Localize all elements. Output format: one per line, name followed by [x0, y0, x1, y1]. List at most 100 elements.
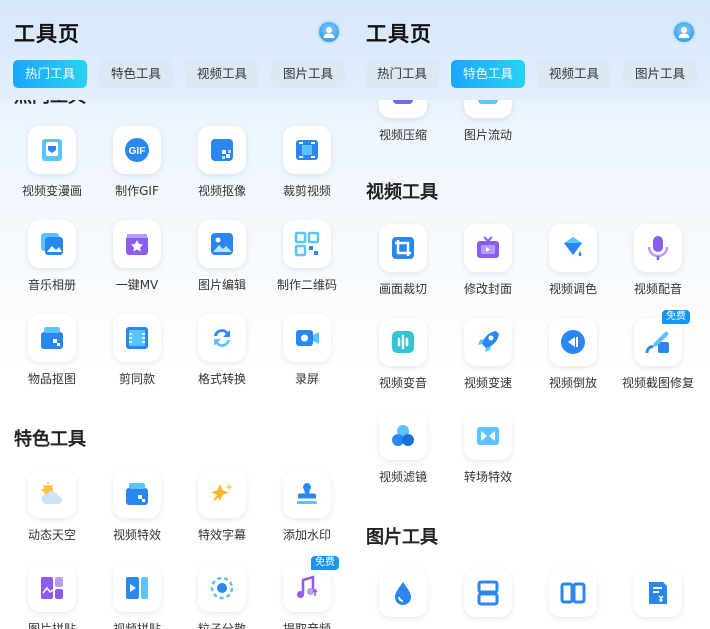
convert-icon [214, 329, 230, 347]
tool-tile[interactable] [379, 318, 427, 366]
tool-label: 视频特效 [112, 528, 161, 542]
tool-voice-change[interactable]: 视频变音 [359, 318, 447, 408]
tool-rocket[interactable]: 视频变速 [444, 318, 532, 408]
tool-tile[interactable] [283, 470, 331, 518]
tool-tile[interactable] [198, 126, 246, 174]
tool-tile[interactable] [113, 564, 161, 612]
page-header: 工具页 热门工具 特色工具 视频工具 图片工具 [0, 0, 355, 100]
tool-label: 图片流动 [463, 128, 512, 142]
tool-tile[interactable]: GIF [113, 126, 161, 174]
tab-hot-tools[interactable]: 热门工具 [365, 60, 439, 88]
tab-featured-tools[interactable]: 特色工具 [451, 60, 525, 88]
tool-tile[interactable] [464, 224, 512, 272]
tool-rewind[interactable]: 视频倒放 [529, 318, 617, 408]
tool-tile[interactable] [28, 470, 76, 518]
tool-music-album[interactable]: 音乐相册 [8, 220, 96, 310]
tool-extract-audio[interactable]: 免费 提取音频 [263, 556, 351, 629]
tool-label: 视频调色 [548, 282, 597, 296]
tool-screen-record[interactable]: 录屏 [263, 314, 351, 404]
tool-particle[interactable]: 粒子分散 [178, 564, 266, 629]
tool-tile[interactable] [379, 224, 427, 272]
tool-tile[interactable] [464, 318, 512, 366]
tool-tile[interactable] [379, 412, 427, 460]
tool-label: 一键MV [115, 278, 159, 292]
tool-tile[interactable] [549, 224, 597, 272]
tab-image-tools[interactable]: 图片工具 [271, 60, 345, 88]
tool-portrait-card[interactable]: 视频变漫画 [8, 126, 96, 216]
tool-label: 修改封面 [463, 282, 512, 296]
horizontal-split-icon [560, 582, 586, 604]
tool-gif[interactable]: GIF 制作GIF [93, 126, 181, 216]
tool-video-effect[interactable]: 视频特效 [93, 470, 181, 560]
tool-tile[interactable] [464, 412, 512, 460]
tool-tile[interactable] [379, 569, 427, 617]
tool-tile[interactable] [549, 318, 597, 366]
tool-tv-cover[interactable]: 修改封面 [444, 224, 532, 314]
tool-tile[interactable] [113, 470, 161, 518]
avatar[interactable] [672, 20, 696, 44]
free-badge: 免费 [311, 556, 339, 570]
tool-tile[interactable]: 免费 [283, 556, 339, 612]
tool-film-template[interactable]: 剪同款 [93, 314, 181, 404]
water-drop-icon [395, 582, 411, 605]
tool-tile[interactable] [113, 314, 161, 362]
tool-horizontal-split[interactable] [529, 569, 617, 629]
page-title: 工具页 [14, 22, 80, 46]
tool-label: 视频配音 [633, 282, 682, 296]
tool-microphone[interactable]: 视频配音 [614, 224, 702, 314]
tool-vertical-split[interactable] [444, 569, 532, 629]
tool-tile[interactable] [198, 564, 246, 612]
tool-label: 音乐相册 [27, 278, 76, 292]
tool-crop[interactable]: 画面裁切 [359, 224, 447, 314]
tool-tile[interactable] [283, 314, 331, 362]
tool-tile[interactable] [549, 569, 597, 617]
tool-video-collage[interactable]: 视频拼贴 [93, 564, 181, 629]
avatar[interactable] [317, 20, 341, 44]
filter-icon [392, 425, 414, 446]
tool-stamp[interactable]: 添加水印 [263, 470, 351, 560]
tool-convert[interactable]: 格式转换 [178, 314, 266, 404]
tool-collage[interactable]: 图片拼贴 [8, 564, 96, 629]
tool-water-drop[interactable] [359, 569, 447, 629]
tool-tile[interactable] [198, 314, 246, 362]
tool-tile[interactable] [28, 220, 76, 268]
tool-filter[interactable]: 视频滤镜 [359, 412, 447, 502]
tool-tile[interactable] [283, 126, 331, 174]
tool-sparkle[interactable]: 特效字幕 [178, 470, 266, 560]
tool-tile[interactable] [113, 220, 161, 268]
tool-tile[interactable] [634, 569, 682, 617]
tool-tile[interactable] [28, 564, 76, 612]
tool-crop-frame[interactable]: 裁剪视频 [263, 126, 351, 216]
tool-tile[interactable] [283, 220, 331, 268]
tab-video-tools[interactable]: 视频工具 [537, 60, 611, 88]
tool-tile[interactable] [198, 220, 246, 268]
tool-transition[interactable]: 转场特效 [444, 412, 532, 502]
tool-star-clapper[interactable]: 一键MV [93, 220, 181, 310]
tab-featured-tools[interactable]: 特色工具 [99, 60, 173, 88]
tool-document-yen[interactable] [614, 569, 702, 629]
tool-label: 图片编辑 [197, 278, 246, 292]
tool-tile[interactable] [634, 224, 682, 272]
repair-brush-icon [645, 331, 669, 354]
page-header: 工具页 热门工具 特色工具 视频工具 图片工具 [355, 0, 710, 100]
tool-tile[interactable] [28, 314, 76, 362]
tool-tile[interactable] [464, 569, 512, 617]
tools-page-left: 热门工具 视频变漫画 GIF 制作GIF 视频抠像 裁剪视频音乐相册 一键MV 图片编辑 制作… [0, 0, 355, 629]
tool-repair-brush[interactable]: 免费 视频截图修复 [614, 310, 702, 408]
voice-change-icon [392, 331, 414, 353]
tool-image-edit[interactable]: 图片编辑 [178, 220, 266, 310]
user-icon [678, 27, 690, 38]
tab-image-tools[interactable]: 图片工具 [623, 60, 697, 88]
tab-video-tools[interactable]: 视频工具 [185, 60, 259, 88]
tool-matting[interactable]: 视频抠像 [178, 126, 266, 216]
tool-tile[interactable] [28, 126, 76, 174]
tool-tile[interactable]: 免费 [634, 310, 690, 366]
tool-label: 视频变速 [463, 376, 512, 390]
tool-qr-code[interactable]: 制作二维码 [263, 220, 351, 310]
tool-label: 粒子分散 [197, 622, 246, 629]
tool-tile[interactable] [198, 470, 246, 518]
tab-hot-tools[interactable]: 热门工具 [13, 60, 87, 88]
tool-paint-bucket[interactable]: 视频调色 [529, 224, 617, 314]
tool-sky[interactable]: 动态天空 [8, 470, 96, 560]
tool-object-cutout[interactable]: 物品抠图 [8, 314, 96, 404]
